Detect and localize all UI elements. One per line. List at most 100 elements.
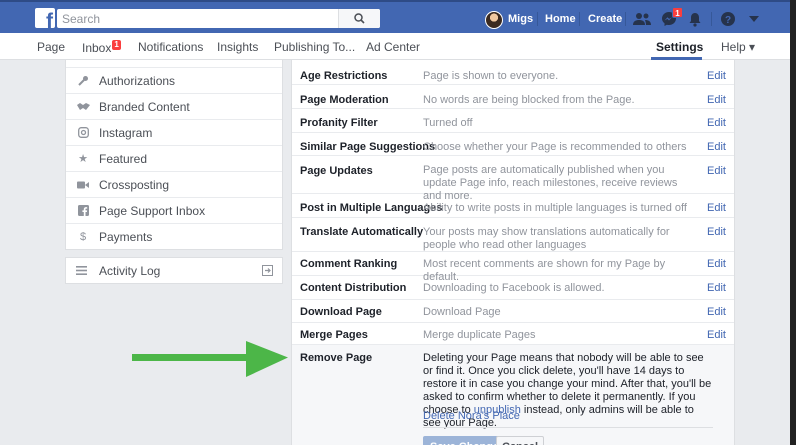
instagram-icon	[76, 127, 90, 138]
edit-link[interactable]: Edit	[707, 94, 726, 106]
friend-requests-button[interactable]	[632, 10, 652, 28]
sidebar-item-label: Payments	[99, 230, 153, 244]
setting-label: Comment Ranking	[300, 258, 398, 270]
search-icon	[354, 13, 365, 24]
tab-publishing-tools[interactable]: Publishing To...	[274, 40, 355, 54]
sidebar-item-branded-content[interactable]: Branded Content	[66, 94, 282, 120]
setting-label: Page Moderation	[300, 94, 389, 106]
setting-row-similar-page-suggestions: Similar Page Suggestions Choose whether …	[292, 133, 734, 156]
search-box	[57, 9, 380, 28]
video-camera-icon	[76, 181, 90, 189]
setting-row-content-distribution: Content Distribution Downloading to Face…	[292, 276, 734, 300]
messenger-button[interactable]: 1	[659, 7, 683, 28]
sidebar-item-payments[interactable]: $ Payments	[66, 224, 282, 250]
sidebar-item-cut-off	[66, 60, 282, 68]
cancel-button[interactable]: Cancel	[496, 436, 545, 445]
sidebar-item-activity-log[interactable]: Activity Log	[65, 257, 283, 284]
edit-link[interactable]: Edit	[707, 282, 726, 294]
sidebar-item-authorizations[interactable]: Authorizations	[66, 68, 282, 94]
setting-label: Translate Automatically	[300, 226, 424, 238]
setting-row-page-updates: Page Updates Page posts are automaticall…	[292, 156, 734, 202]
handshake-icon	[76, 102, 90, 111]
setting-row-profanity-filter: Profanity Filter Turned off Edit	[292, 109, 734, 133]
setting-value: No words are being blocked from the Page…	[423, 94, 635, 106]
setting-label: Profanity Filter	[300, 117, 378, 129]
messages-badge: 1	[672, 7, 683, 18]
sidebar-item-instagram[interactable]: Instagram	[66, 120, 282, 146]
setting-row-translate-automatically: Translate Automatically Your posts may s…	[292, 218, 734, 252]
divider	[711, 12, 712, 26]
setting-row-page-moderation: Page Moderation No words are being block…	[292, 85, 734, 109]
notifications-button[interactable]	[685, 10, 705, 28]
divider	[625, 12, 626, 26]
general-settings-panel: Age Restrictions Page is shown to everyo…	[291, 60, 735, 445]
sidebar-item-label: Crossposting	[99, 177, 170, 192]
setting-value: Downloading to Facebook is allowed.	[423, 282, 605, 294]
setting-label: Age Restrictions	[300, 70, 388, 82]
help-icon: ?	[721, 12, 735, 26]
star-icon: ★	[78, 153, 88, 165]
setting-label: Remove Page	[300, 352, 373, 364]
delete-page-link[interactable]: Delete Nora's Place	[423, 410, 520, 422]
divider	[537, 12, 538, 26]
sidebar-item-label: Instagram	[99, 125, 153, 140]
edit-link[interactable]: Edit	[707, 258, 726, 270]
top-navigation-bar: f Migs Home Create 1 ?	[0, 0, 796, 33]
wrench-icon	[76, 75, 90, 86]
help-button[interactable]: ?	[718, 10, 738, 28]
setting-label: Page Updates	[300, 165, 373, 177]
search-input[interactable]	[57, 9, 337, 28]
setting-value: Your posts may show translations automat…	[423, 226, 670, 251]
edit-link[interactable]: Edit	[707, 202, 726, 214]
setting-label: Download Page	[300, 306, 382, 318]
setting-row-download-page: Download Page Download Page Edit	[292, 300, 734, 323]
sidebar-item-label: Activity Log	[99, 263, 161, 278]
setting-label: Merge Pages	[300, 329, 368, 341]
setting-row-remove-page: Remove Page Deleting your Page means tha…	[292, 345, 734, 445]
setting-label: Similar Page Suggestions	[300, 141, 436, 153]
edit-link[interactable]: Edit	[707, 117, 726, 129]
edit-link[interactable]: Edit	[707, 306, 726, 318]
tab-inbox[interactable]: Inbox 1	[82, 40, 121, 55]
edit-link[interactable]: Edit	[707, 329, 726, 341]
exit-icon	[262, 265, 273, 279]
dollar-icon: $	[79, 231, 87, 243]
sidebar-item-featured[interactable]: ★ Featured	[66, 146, 282, 172]
setting-row-comment-ranking: Comment Ranking Most recent comments are…	[292, 252, 734, 283]
edit-link[interactable]: Edit	[707, 70, 726, 82]
caret-down-icon	[749, 16, 759, 22]
search-button[interactable]	[338, 9, 380, 28]
divider	[579, 12, 580, 26]
tab-settings[interactable]: Settings	[656, 40, 703, 54]
setting-value: Page is shown to everyone.	[423, 70, 559, 82]
tab-ad-center[interactable]: Ad Center	[366, 40, 420, 54]
setting-label: Post in Multiple Languages	[300, 202, 443, 214]
sidebar-item-label: Branded Content	[99, 99, 190, 114]
tab-insights[interactable]: Insights	[217, 40, 258, 54]
home-link[interactable]: Home	[545, 13, 576, 25]
tab-help[interactable]: Help ▾	[721, 40, 755, 54]
tab-page[interactable]: Page	[37, 40, 65, 54]
sidebar-item-label: Authorizations	[99, 73, 176, 88]
account-menu-button[interactable]	[744, 10, 764, 28]
edit-link[interactable]: Edit	[707, 141, 726, 153]
sidebar-item-crossposting[interactable]: Crossposting	[66, 172, 282, 198]
edit-link[interactable]: Edit	[707, 226, 726, 238]
setting-row-post-in-multiple-languages: Post in Multiple Languages Ability to wr…	[292, 194, 734, 218]
setting-value: Merge duplicate Pages	[423, 329, 536, 341]
sidebar-item-page-support-inbox[interactable]: Page Support Inbox	[66, 198, 282, 224]
page-navigation: Page Inbox 1 Notifications Insights Publi…	[0, 33, 796, 60]
facebook-logo-icon[interactable]: f	[35, 8, 55, 28]
create-link[interactable]: Create	[588, 13, 622, 25]
edit-link[interactable]: Edit	[707, 165, 726, 177]
setting-value: Download Page	[423, 306, 501, 318]
inbox-badge: 1	[112, 40, 121, 50]
profile-link[interactable]: Migs	[508, 13, 533, 25]
facebook-square-icon	[76, 205, 90, 216]
arrow-annotation-icon	[132, 341, 288, 377]
divider	[423, 427, 713, 428]
sidebar-item-label: Page Support Inbox	[99, 203, 206, 218]
tab-notifications[interactable]: Notifications	[138, 40, 203, 54]
avatar[interactable]	[485, 11, 503, 29]
sidebar-item-label: Featured	[99, 151, 148, 166]
